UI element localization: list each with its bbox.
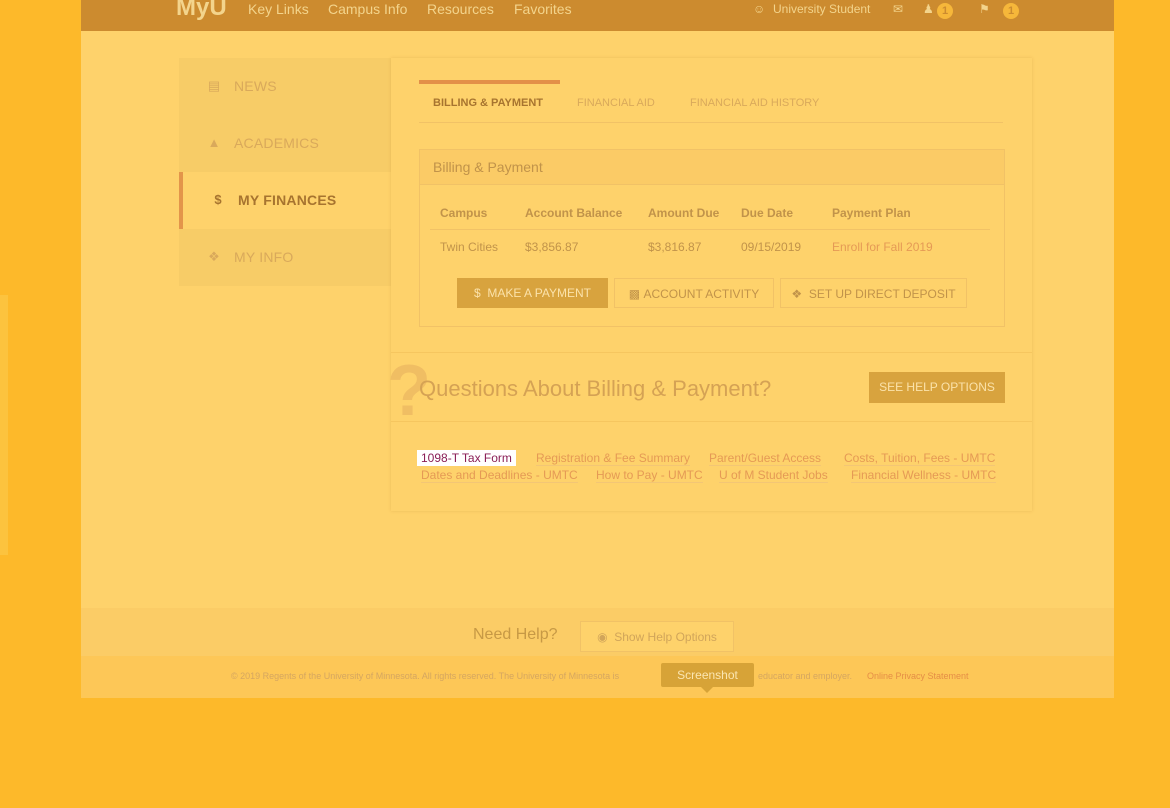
people-icon[interactable]: ♟ [923, 2, 934, 16]
sidebar-item-label: NEWS [234, 78, 277, 94]
need-help-bar: Need Help? ◉ Show Help Options [81, 608, 1114, 656]
student-jobs-link[interactable]: U of M Student Jobs [719, 468, 828, 483]
notification-badge[interactable]: 1 [937, 3, 953, 19]
nav-favorites[interactable]: Favorites [514, 1, 572, 17]
col-payment-plan: Payment Plan [832, 206, 911, 220]
eye-icon: ◉ [597, 630, 615, 644]
sidebar-item-my-finances[interactable]: $ MY FINANCES [179, 172, 395, 229]
screenshot-tooltip: Screenshot [661, 663, 754, 687]
see-help-options-button[interactable]: SEE HELP OPTIONS [869, 372, 1005, 403]
myu-window: MyU Key Links Campus Info Resources Favo… [81, 0, 1114, 698]
costs-tuition-link[interactable]: Costs, Tuition, Fees - UMTC [844, 451, 996, 466]
tab-financial-aid[interactable]: FINANCIAL AID [577, 80, 655, 122]
col-campus: Campus [440, 206, 488, 220]
account-activity-button[interactable]: ▩ ACCOUNT ACTIVITY [614, 278, 774, 308]
billing-header: Billing & Payment [420, 150, 1004, 185]
privacy-statement-link[interactable]: Online Privacy Statement [867, 671, 969, 681]
make-payment-button[interactable]: $ MAKE A PAYMENT [457, 278, 608, 308]
tab-financial-aid-history[interactable]: FINANCIAL AID HISTORY [690, 80, 819, 122]
sidebar-item-academics[interactable]: ▲ ACADEMICS [179, 115, 391, 172]
enroll-link[interactable]: Enroll for Fall 2019 [832, 240, 933, 254]
show-help-label: Show Help Options [614, 630, 717, 644]
tab-bar: BILLING & PAYMENT FINANCIAL AID FINANCIA… [419, 80, 1003, 123]
nav-resources[interactable]: Resources [427, 1, 494, 17]
direct-deposit-label: SET UP DIRECT DEPOSIT [808, 287, 956, 301]
questions-title: Questions About Billing & Payment? [419, 376, 772, 401]
footer-employer: educator and employer. [758, 671, 853, 681]
footer: © 2019 Regents of the University of Minn… [81, 656, 1114, 698]
dollar-icon: $ [474, 286, 488, 300]
sidebar-item-label: MY INFO [234, 249, 294, 265]
sidebar-item-news[interactable]: ▤ NEWS [179, 58, 391, 115]
left-edge [0, 295, 8, 555]
registration-fee-link[interactable]: Registration & Fee Summary [536, 451, 691, 466]
need-help-text: Need Help? [473, 626, 558, 643]
user-icon: ☺ [753, 2, 766, 16]
account-activity-label: ACCOUNT ACTIVITY [643, 287, 760, 301]
tooltip-arrow [700, 686, 714, 693]
cell-due-date: 09/15/2019 [741, 240, 802, 254]
direct-deposit-button[interactable]: ❖ SET UP DIRECT DEPOSIT [780, 278, 967, 308]
cell-campus: Twin Cities [440, 240, 499, 254]
sidebar-item-label: MY FINANCES [238, 192, 337, 208]
finances-content: BILLING & PAYMENT FINANCIAL AID FINANCIA… [387, 58, 1032, 511]
newspaper-icon: ▤ [207, 78, 221, 93]
sidebar-item-label: ACADEMICS [234, 135, 320, 151]
sidebar-item-my-info[interactable]: ❖ MY INFO [179, 229, 391, 286]
make-payment-label: MAKE A PAYMENT [487, 286, 591, 300]
show-help-options-button[interactable]: ◉ Show Help Options [580, 621, 734, 652]
info-icon: ❖ [208, 249, 220, 264]
nav-campus-info[interactable]: Campus Info [328, 1, 407, 17]
nav-key-links[interactable]: Key Links [248, 1, 309, 17]
mail-icon[interactable]: ✉ [893, 2, 903, 16]
col-amount-due: Amount Due [648, 206, 720, 220]
tax-form-link[interactable]: 1098-T Tax Form [417, 450, 516, 466]
top-nav-bar: MyU Key Links Campus Info Resources Favo… [81, 0, 1114, 31]
col-account-balance: Account Balance [525, 206, 623, 220]
tab-billing-payment[interactable]: BILLING & PAYMENT [419, 80, 560, 122]
sidebar: ▤ NEWS ▲ ACADEMICS $ MY FINANCES ❖ MY IN… [179, 58, 395, 286]
section-divider [391, 352, 1032, 353]
col-due-date: Due Date [741, 206, 794, 220]
myu-logo[interactable]: MyU [176, 0, 227, 22]
billing-title: Billing & Payment [433, 159, 543, 175]
info-icon: ❖ [791, 287, 809, 301]
graduation-cap-icon: ▲ [207, 135, 221, 150]
dates-deadlines-link[interactable]: Dates and Deadlines - UMTC [421, 468, 578, 483]
how-to-pay-link[interactable]: How to Pay - UMTC [596, 468, 703, 483]
footer-copyright: © 2019 Regents of the University of Minn… [231, 671, 620, 681]
dollar-icon: $ [214, 192, 222, 207]
bar-chart-icon: ▩ [628, 287, 644, 301]
billing-payment-box: Billing & Payment Campus Account Balance… [419, 149, 1005, 327]
cell-account-balance: $3,856.87 [525, 240, 579, 254]
alert-badge[interactable]: 1 [1003, 3, 1019, 19]
financial-wellness-link[interactable]: Financial Wellness - UMTC [851, 468, 997, 483]
section-divider [391, 421, 1032, 422]
parent-guest-link[interactable]: Parent/Guest Access [709, 451, 822, 466]
flag-icon[interactable]: ⚑ [979, 2, 990, 16]
table-divider [430, 229, 990, 230]
user-name[interactable]: University Student [773, 2, 870, 16]
cell-amount-due: $3,816.87 [648, 240, 702, 254]
